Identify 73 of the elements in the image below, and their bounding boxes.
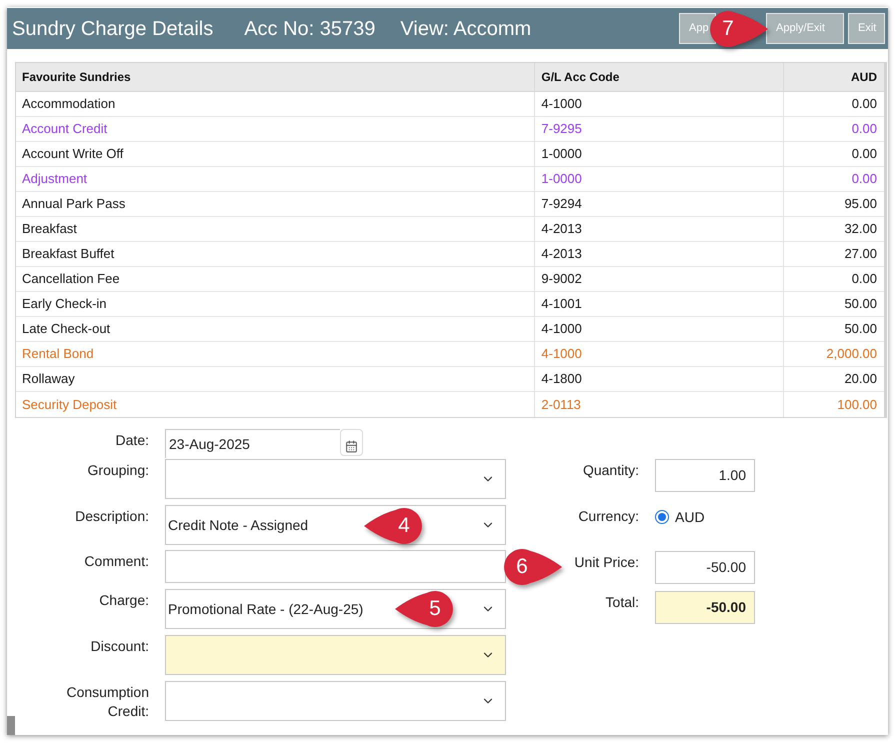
table-cell: 4-2013: [535, 217, 784, 241]
radio-button[interactable]: [655, 510, 669, 524]
table-cell: Rollaway: [16, 367, 536, 391]
column-header: Favourite Sundries: [16, 63, 536, 91]
table-cell: Adjustment: [16, 167, 536, 191]
view-name: View: Accomm: [400, 18, 532, 38]
calendar-icon: [345, 440, 358, 453]
input-field[interactable]: -50.00: [655, 551, 755, 584]
table-cell: 4-1000: [535, 317, 784, 341]
table-cell-text: 20.00: [843, 370, 878, 388]
calendar-button[interactable]: [340, 429, 363, 456]
dropdown-field[interactable]: [165, 459, 506, 499]
table-cell: Rental Bond: [16, 342, 536, 366]
table-cell: Account Credit: [16, 117, 536, 141]
table-cell: 4-1000: [535, 92, 784, 116]
field-label: Currency:: [578, 507, 639, 526]
table-cell-text: 95.00: [843, 195, 878, 214]
total-field: -50.00: [655, 591, 755, 624]
window-title: Sundry Charge Details: [12, 18, 214, 38]
field-label: Unit Price:: [574, 553, 639, 572]
table-cell: 4-1001: [535, 292, 784, 316]
table-cell: Cancellation Fee: [16, 267, 536, 291]
step-marker: 7: [709, 10, 769, 48]
table-cell: 4-1000: [535, 342, 784, 366]
table-cell: 7-9294: [535, 192, 784, 216]
table-cell-text: 0.00: [850, 120, 878, 138]
date-field[interactable]: 23-Aug-2025: [165, 429, 340, 458]
table-cell: Security Deposit: [16, 392, 536, 417]
input-field[interactable]: [165, 550, 506, 583]
scrollbar-thumb[interactable]: [7, 716, 15, 735]
step-marker: 6: [503, 548, 563, 586]
dropdown-field[interactable]: [165, 635, 506, 675]
table-cell-text: 0.00: [850, 270, 878, 288]
table-cell: Accommodation: [16, 92, 536, 116]
table-cell: Late Check-out: [16, 317, 536, 341]
table-cell-text: 50.00: [843, 320, 878, 338]
table-cell: Breakfast: [16, 217, 536, 241]
column-header: G/L Acc Code: [535, 63, 784, 91]
radio-label: AUD: [675, 508, 705, 526]
table-cell: 1-0000: [535, 142, 784, 166]
step-marker: 5: [394, 590, 454, 628]
field-label: Discount:: [90, 637, 149, 656]
table-cell: 1-0000: [535, 167, 784, 191]
table-cell: 4-2013: [535, 242, 784, 266]
field-label: Grouping:: [88, 461, 149, 480]
table-cell: Account Write Off: [16, 142, 536, 166]
table-cell: 7-9295: [535, 117, 784, 141]
table-cell: Breakfast Buffet: [16, 242, 536, 266]
dropdown-field[interactable]: [165, 681, 506, 721]
account-number: Acc No: 35739: [244, 18, 376, 38]
input-field[interactable]: 1.00: [655, 459, 755, 492]
field-label: Description:: [75, 507, 149, 526]
table-cell: Early Check-in: [16, 292, 536, 316]
table-cell-text: 32.00: [843, 220, 878, 238]
table-cell-text: 27.00: [843, 245, 878, 264]
step-marker: 4: [363, 507, 423, 545]
field-label: Total:: [606, 593, 639, 612]
field-label: Consumption Credit:: [66, 683, 149, 721]
field-label: Date:: [116, 431, 149, 450]
field-label: Quantity:: [582, 461, 639, 480]
table-cell-text: 2,000.00: [825, 345, 878, 364]
table-cell: 4-1800: [535, 367, 784, 391]
table-cell: Annual Park Pass: [16, 192, 536, 216]
field-label: Charge:: [99, 591, 149, 610]
table-cell-text: 0.00: [850, 95, 878, 114]
column-header: AUD: [850, 69, 878, 86]
table-cell-text: 0.00: [850, 170, 878, 188]
field-label: Comment:: [84, 552, 149, 571]
table-cell-text: 50.00: [843, 295, 878, 314]
table-cell: 2-0113: [535, 392, 784, 417]
table-cell-text: 100.00: [836, 396, 878, 414]
table-cell: 9-9002: [535, 267, 784, 291]
table-cell-text: 0.00: [850, 145, 878, 164]
